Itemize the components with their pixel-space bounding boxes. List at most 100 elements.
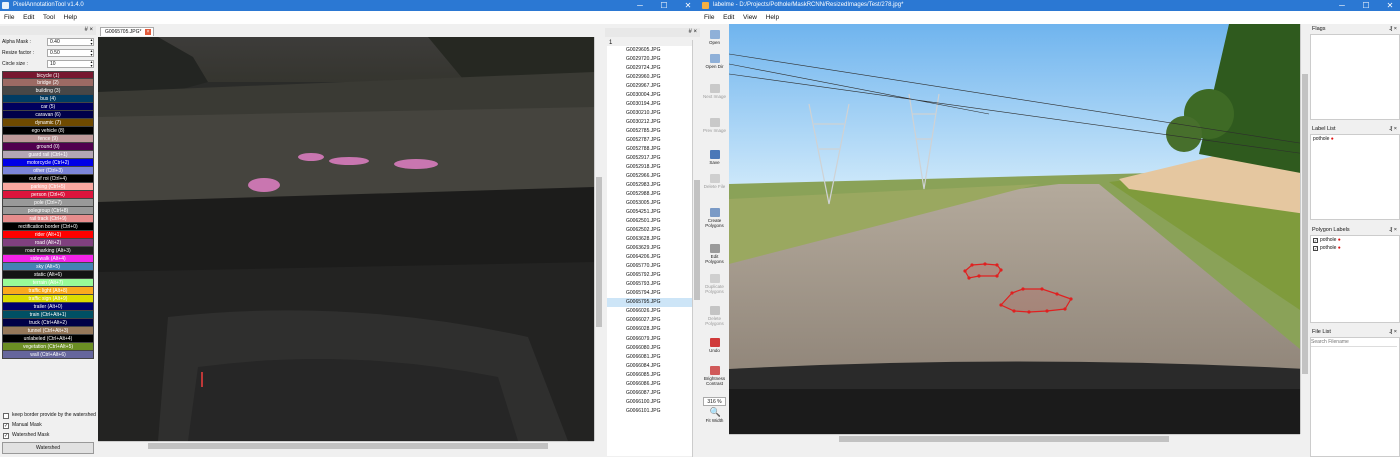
file-list-item[interactable]: G0066086.JPG [607,380,692,389]
file-list-item[interactable]: G0030212.JPG [607,118,692,127]
label-button[interactable]: dynamic (7) [2,119,94,127]
label-button[interactable]: fence (9) [2,135,94,143]
file-list-item[interactable]: G0052917.JPG [607,154,692,163]
file-list-item[interactable]: G0065795.JPG [607,298,692,308]
checkbox-checked-icon[interactable]: ✓ [3,433,9,439]
alpha-mask-spinbox[interactable]: 0.40 [47,38,94,46]
zoom-level-field[interactable]: 316 % [703,397,726,406]
menu-edit[interactable]: Edit [723,14,734,21]
menu-file[interactable]: File [704,14,714,21]
label-button[interactable]: building (3) [2,87,94,95]
dock-pin-icon[interactable]: ₰ × [1389,124,1397,134]
menu-edit[interactable]: Edit [23,14,34,21]
minimize-button[interactable]: ─ [628,0,652,11]
file-list-item[interactable]: G0054251.JPG [607,208,692,217]
scroll-thumb[interactable] [596,177,602,327]
canvas-vertical-scrollbar[interactable] [594,37,602,441]
label-button[interactable]: road (Alt+2) [2,239,94,247]
label-button[interactable]: polegroup (Ctrl+8) [2,207,94,215]
label-button[interactable]: terrain (Alt+7) [2,279,94,287]
polygon-item[interactable]: ✓ pothole ● [1311,244,1399,252]
polygon-item[interactable]: ✓ pothole ● [1311,236,1399,244]
file-list-item[interactable]: G0066087.JPG [607,389,692,398]
annotation-canvas[interactable] [98,37,594,441]
tool-button-create-polygons[interactable]: Create Polygons [701,208,728,228]
label-list-item[interactable]: pothole ● [1311,135,1399,143]
tab-close-icon[interactable]: × [145,29,151,35]
file-list-item[interactable]: G0066080.JPG [607,344,692,353]
file-list-item[interactable]: G0030004.JPG [607,91,692,100]
menu-help[interactable]: Help [766,14,779,21]
file-list-item[interactable]: G0066081.JPG [607,353,692,362]
file-list-item[interactable]: G0052785.JPG [607,127,692,136]
file-list-item[interactable]: G0029724.JPG [607,64,692,73]
spin-arrows-icon[interactable]: ▴ ▾ [89,49,94,57]
file-list-item[interactable]: G0066100.JPG [607,398,692,407]
label-button[interactable]: out of roi (Ctrl+4) [2,175,94,183]
tool-button-undo[interactable]: Undo [701,338,728,353]
checkbox-checked-icon[interactable]: ✓ [1313,238,1318,243]
file-list-item[interactable]: G0066085.JPG [607,371,692,380]
file-list[interactable]: G0029605.JPG G0029720.JPG G0029724.JPG G002… [607,46,692,456]
file-list-item[interactable]: G0052918.JPG [607,163,692,172]
label-button[interactable]: ego vehicle (8) [2,127,94,135]
label-button[interactable]: vegetation (Ctrl+Alt+5) [2,343,94,351]
resize-factor-spinbox[interactable]: 0.50 [47,49,94,57]
labelme-canvas[interactable] [729,24,1306,434]
label-button[interactable]: sky (Alt+5) [2,263,94,271]
spin-arrows-icon[interactable]: ▴ ▾ [89,38,94,46]
label-button[interactable]: parking (Ctrl+5) [2,183,94,191]
manual-mask-checkbox[interactable]: ✓ Manual Mask [2,421,42,430]
scroll-thumb[interactable] [839,436,1169,442]
maximize-button[interactable]: ☐ [652,0,676,11]
tool-button-delete-file[interactable]: Delete File [701,174,728,189]
file-list-item[interactable]: G0064206.JPG [607,253,692,262]
label-button[interactable]: person (Ctrl+6) [2,191,94,199]
scroll-thumb[interactable] [148,443,548,449]
menu-view[interactable]: View [743,14,757,21]
file-list-item[interactable]: G0029720.JPG [607,55,692,64]
fit-width-button[interactable]: 🔍 Fit Width [701,408,728,424]
label-button[interactable]: sidewalk (Alt+4) [2,255,94,263]
file-list-item[interactable]: G0052787.JPG [607,136,692,145]
spin-arrows-icon[interactable]: ▴ ▾ [89,60,94,68]
label-button[interactable]: trailer (Alt+0) [2,303,94,311]
checkbox-checked-icon[interactable]: ✓ [1313,246,1318,251]
file-list-item[interactable]: G0029960.JPG [607,73,692,82]
checkbox-icon[interactable] [3,413,9,419]
file-list-item[interactable]: G0065792.JPG [607,271,692,280]
dock-pin-icon[interactable]: ₰ × [1389,24,1397,34]
menu-file[interactable]: File [4,14,14,21]
minimize-button[interactable]: ─ [1330,0,1354,11]
label-button[interactable]: truck (Ctrl+Alt+2) [2,319,94,327]
label-button[interactable]: bus (4) [2,95,94,103]
label-button[interactable]: caravan (6) [2,111,94,119]
file-list-item[interactable]: G0065794.JPG [607,289,692,298]
label-button[interactable]: rail track (Ctrl+9) [2,215,94,223]
canvas-vertical-scrollbar[interactable] [1300,24,1308,434]
file-list-item[interactable]: G0065793.JPG [607,280,692,289]
file-list-item[interactable]: G0062501.JPG [607,217,692,226]
scroll-thumb[interactable] [1302,74,1308,374]
file-list-item[interactable]: G0066079.JPG [607,335,692,344]
tool-button-open[interactable]: Open [701,30,728,45]
label-button[interactable]: wall (Ctrl+Alt+6) [2,351,94,359]
file-list-item[interactable]: G0030194.JPG [607,100,692,109]
file-list-item[interactable]: G0062502.JPG [607,226,692,235]
label-button[interactable]: bicycle (1) [2,71,94,79]
label-button[interactable]: guard rail (Ctrl+1) [2,151,94,159]
watershed-mask-checkbox[interactable]: ✓ Watershed Mask [2,431,49,440]
menu-help[interactable]: Help [64,14,77,21]
image-tab[interactable]: G0065705.JPG* × [100,27,154,36]
file-list-item[interactable]: G0029967.JPG [607,82,692,91]
tool-button-duplicate-polygons[interactable]: Duplicate Polygons [701,274,728,294]
canvas-horizontal-scrollbar[interactable] [98,441,594,450]
tool-button-save[interactable]: Save [701,150,728,165]
label-button[interactable]: static (Alt+6) [2,271,94,279]
label-button[interactable]: rectification border (Ctrl+0) [2,223,94,231]
tool-button-open-dir[interactable]: Open Dir [701,54,728,69]
label-button[interactable]: unlabeled (Ctrl+Alt+4) [2,335,94,343]
close-button[interactable]: ✕ [676,0,700,11]
dock-pin-icon[interactable]: ₰ × [1389,225,1397,235]
file-list-item[interactable]: G0066084.JPG [607,362,692,371]
